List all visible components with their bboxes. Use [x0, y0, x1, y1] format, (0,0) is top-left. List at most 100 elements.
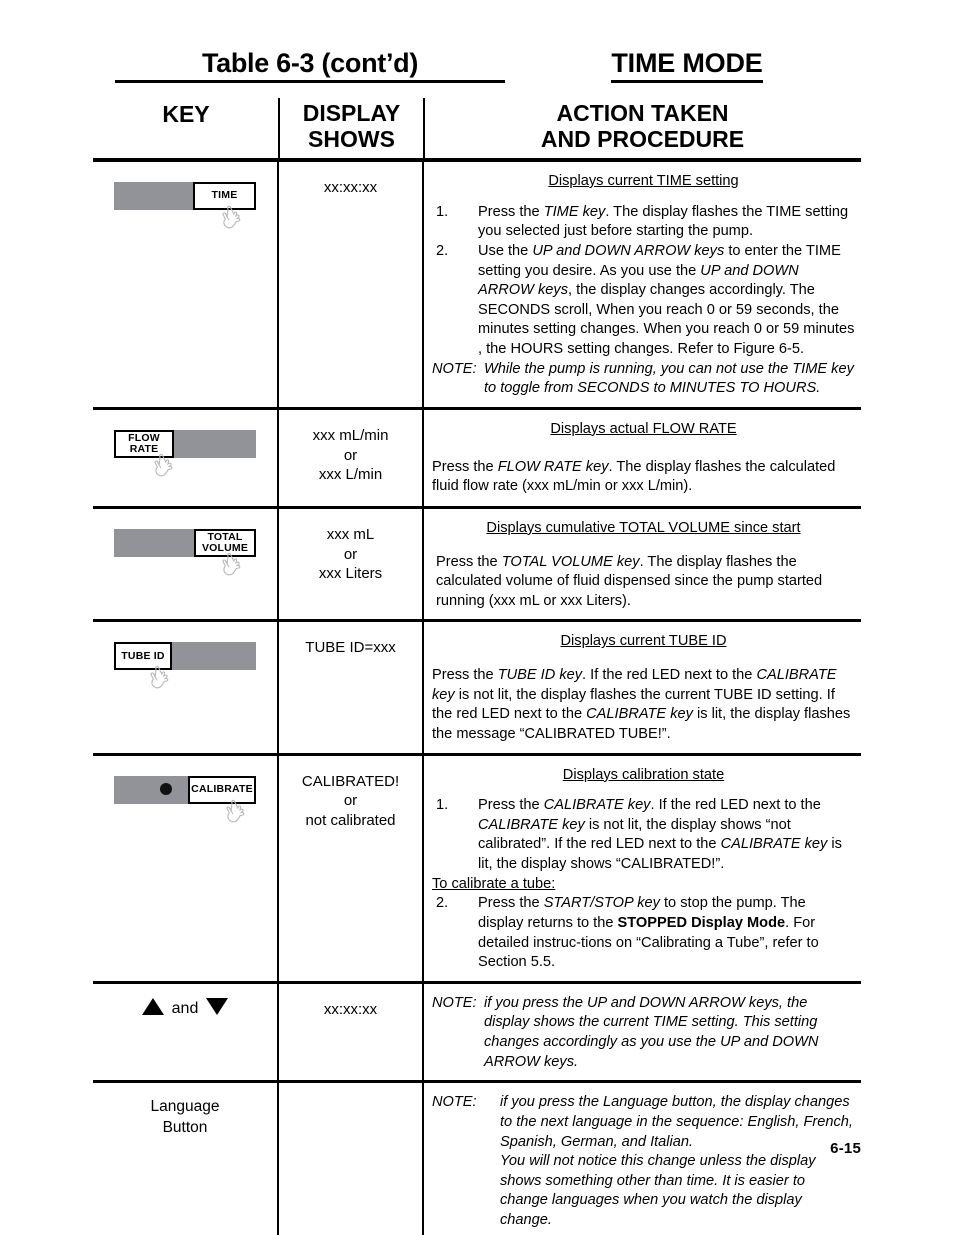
- column-header-action-line1: ACTION TAKEN: [556, 100, 729, 126]
- action-cell: NOTE: if you press the UP and DOWN ARROW…: [424, 984, 861, 1081]
- action-heading: Displays current TIME setting: [548, 173, 739, 189]
- key-button-wrap: TOTAL VOLUME TOTALVOLUME: [93, 509, 277, 576]
- display-line: xx:xx:xx: [323, 1000, 378, 1018]
- key-body-panel: [114, 182, 193, 210]
- table-row: FLOW RATE FLOWRATE xxx mL/min or: [93, 409, 861, 509]
- action-cell: Displays calibration state 1. Press the …: [424, 756, 861, 981]
- step-text: Press the CALIBRATE key. If the red LED …: [478, 797, 842, 872]
- step-number: 2.: [436, 895, 449, 912]
- key-label: TOTAL VOLUME TOTALVOLUME: [194, 528, 256, 557]
- total-volume-key-button[interactable]: TOTAL VOLUME TOTALVOLUME: [114, 528, 256, 576]
- display-line: xxx L/min: [318, 466, 383, 484]
- key-body-panel: [114, 528, 194, 557]
- key-label: TIME: [193, 182, 256, 210]
- action-paragraph: Press the FLOW RATE key. The display fla…: [432, 458, 836, 495]
- action-step: 1. Press the TIME key. The display flash…: [432, 203, 855, 242]
- display-line: xxx mL: [326, 525, 375, 543]
- key-label: CALIBRATE: [188, 775, 256, 804]
- table-row: TOTAL VOLUME TOTALVOLUME xxx mL or xxx L…: [93, 508, 861, 623]
- action-cell: Displays current TIME setting 1. Press t…: [424, 162, 861, 407]
- table-row: and xx:xx:xx NOTE: if you press the UP a…: [93, 983, 861, 1084]
- display-line: or: [343, 446, 358, 464]
- action-step: 1. Press the CALIBRATE key. If the red L…: [432, 796, 855, 875]
- table-row: Language Button NOTE: if you press the L…: [93, 1083, 861, 1235]
- document-page: Table 6-3 (cont’d) TIME MODE KEY DISPLAY…: [0, 0, 954, 1235]
- display-cell: TUBE ID=xxx: [279, 622, 424, 753]
- arrow-up-icon[interactable]: [141, 997, 164, 1015]
- arrow-and-label: and: [171, 999, 199, 1017]
- document-title-row: Table 6-3 (cont’d) TIME MODE: [93, 48, 861, 90]
- display-cell: xx:xx:xx: [279, 162, 424, 407]
- display-line: or: [343, 792, 358, 810]
- action-cell: Displays cumulative TOTAL VOLUME since s…: [424, 509, 861, 620]
- note-text-1: if you press the Language button, the di…: [500, 1094, 853, 1150]
- key-cell: Language Button: [93, 1083, 279, 1235]
- display-line: xx:xx:xx: [323, 179, 378, 196]
- action-note: NOTE: While the pump is running, you can…: [432, 360, 855, 399]
- key-cell: FLOW RATE FLOWRATE: [93, 409, 279, 506]
- step-number: 1.: [436, 797, 449, 814]
- step-text: Press the TIME key. The display flashes …: [478, 203, 849, 240]
- key-body-panel: [114, 775, 188, 804]
- mode-title: TIME MODE: [611, 48, 763, 83]
- note-text: if you press the UP and DOWN ARROW keys,…: [484, 994, 819, 1070]
- action-subheading: To calibrate a tube:: [432, 875, 556, 892]
- note-label: NOTE:: [432, 994, 477, 1011]
- step-text: Press the START/STOP key to stop the pum…: [478, 895, 819, 971]
- action-paragraph: Press the TUBE ID key. If the red LED ne…: [432, 667, 851, 742]
- header-divider-1: [278, 98, 280, 160]
- column-header-action-line2: AND PROCEDURE: [540, 125, 745, 152]
- display-line: xxx Liters: [318, 565, 383, 583]
- action-step-list: 1. Press the TIME key. The display flash…: [432, 203, 855, 360]
- calibrate-key-button[interactable]: CALIBRATE: [114, 775, 256, 822]
- action-note: NOTE: if you press the UP and DOWN ARROW…: [432, 994, 855, 1073]
- display-line: or: [343, 545, 358, 563]
- key-cell: TUBE ID: [93, 622, 279, 753]
- language-button-key[interactable]: Language Button: [93, 1083, 277, 1138]
- display-cell: CALIBRATED! or not calibrated: [279, 755, 424, 981]
- arrow-down-icon[interactable]: [206, 997, 229, 1015]
- key-body-panel: [174, 429, 256, 458]
- key-label-line1: TOTAL VOLUME: [201, 530, 249, 554]
- flow-rate-key-button[interactable]: FLOW RATE FLOWRATE: [114, 429, 256, 477]
- display-line: CALIBRATED!: [301, 772, 400, 790]
- table-row: TUBE ID TUBE ID=xxx Displays current TUB…: [93, 622, 861, 756]
- tube-id-key-button[interactable]: TUBE ID: [114, 642, 256, 689]
- column-header-key: KEY: [162, 101, 210, 127]
- key-cell: and: [93, 983, 279, 1081]
- action-step: 2. Use the UP and DOWN ARROW keys to ent…: [432, 242, 855, 360]
- key-cell: TIME: [93, 162, 279, 407]
- note-label: NOTE:: [432, 1094, 477, 1111]
- action-step-list-2: 2. Press the START/STOP key to stop the …: [432, 894, 855, 973]
- note-text-2: You will not notice this change unless t…: [500, 1153, 816, 1228]
- action-cell: NOTE: if you press the Language button, …: [424, 1083, 861, 1235]
- language-button-line2: Button: [162, 1118, 208, 1136]
- table-title: Table 6-3 (cont’d): [115, 48, 505, 83]
- action-heading: Displays calibration state: [562, 766, 725, 783]
- action-paragraph: Press the TOTAL VOLUME key. The display …: [436, 553, 823, 609]
- action-heading: Displays current TUBE ID: [560, 633, 727, 650]
- key-cell: TOTAL VOLUME TOTALVOLUME: [93, 508, 279, 620]
- page-number: 6-15: [830, 1140, 861, 1157]
- action-note: NOTE: if you press the Language button, …: [432, 1093, 855, 1230]
- action-cell: Displays actual FLOW RATE Press the FLOW…: [424, 410, 861, 506]
- action-heading: Displays actual FLOW RATE: [550, 420, 737, 437]
- step-number: 2.: [436, 242, 449, 259]
- key-body-panel: [172, 642, 256, 671]
- step-text: Use the UP and DOWN ARROW keys to enter …: [478, 242, 855, 357]
- action-step-list: 1. Press the CALIBRATE key. If the red L…: [432, 796, 855, 875]
- language-button-line1: Language: [150, 1098, 220, 1116]
- display-cell: xxx mL or xxx Liters: [279, 508, 424, 620]
- table-column-headers: KEY DISPLAY SHOWS ACTION TAKEN AND PROCE…: [93, 98, 861, 158]
- note-label: NOTE:: [432, 360, 477, 377]
- key-label-line1: FLOW RATE: [128, 431, 160, 455]
- procedure-table: TIME xx:xx:xx Displays current TIME sett…: [93, 158, 861, 1235]
- time-key-button[interactable]: TIME: [114, 182, 256, 229]
- arrow-keys-group[interactable]: and: [93, 984, 277, 1018]
- column-header-display-line1: DISPLAY: [302, 100, 401, 126]
- table-row: CALIBRATE CALIBRATED! or not calibrated …: [93, 755, 861, 984]
- step-number: 1.: [436, 203, 449, 220]
- key-cell: CALIBRATE: [93, 755, 279, 981]
- key-button-wrap: TUBE ID: [93, 622, 277, 689]
- note-text: While the pump is running, you can not u…: [484, 360, 854, 397]
